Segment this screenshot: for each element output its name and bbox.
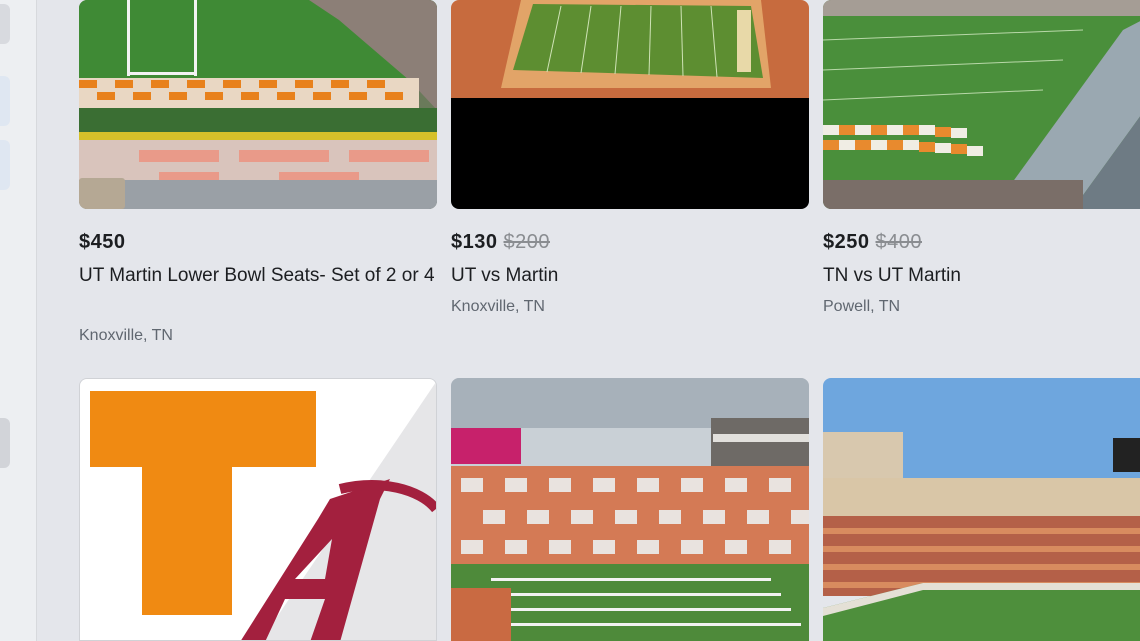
listing-title[interactable]: UT vs Martin bbox=[451, 261, 809, 290]
listing-title[interactable]: UT Martin Lower Bowl Seats- Set of 2 or … bbox=[79, 261, 437, 290]
original-price: $200 bbox=[503, 231, 550, 253]
original-price: $400 bbox=[875, 231, 922, 253]
listing-image[interactable] bbox=[79, 378, 437, 641]
listing-image[interactable] bbox=[451, 0, 809, 209]
sidebar-item[interactable] bbox=[0, 418, 10, 468]
listing-image[interactable] bbox=[451, 378, 809, 641]
sidebar-item[interactable] bbox=[0, 140, 10, 190]
listing-price: $130 $200 bbox=[451, 231, 550, 253]
sidebar-edge bbox=[0, 0, 37, 641]
sidebar-item[interactable] bbox=[0, 76, 10, 126]
sidebar-item[interactable] bbox=[0, 4, 10, 44]
listing-image[interactable] bbox=[79, 0, 437, 209]
listing-price: $250 $400 bbox=[823, 231, 922, 253]
listing-image[interactable] bbox=[823, 0, 1140, 209]
listing-location: Powell, TN bbox=[823, 298, 901, 315]
listing-image[interactable] bbox=[823, 378, 1140, 641]
listing-location: Knoxville, TN bbox=[451, 298, 545, 315]
listing-location: Knoxville, TN bbox=[79, 327, 173, 344]
listing-price: $450 bbox=[79, 231, 126, 253]
listing-title[interactable]: TN vs UT Martin bbox=[823, 261, 1140, 290]
